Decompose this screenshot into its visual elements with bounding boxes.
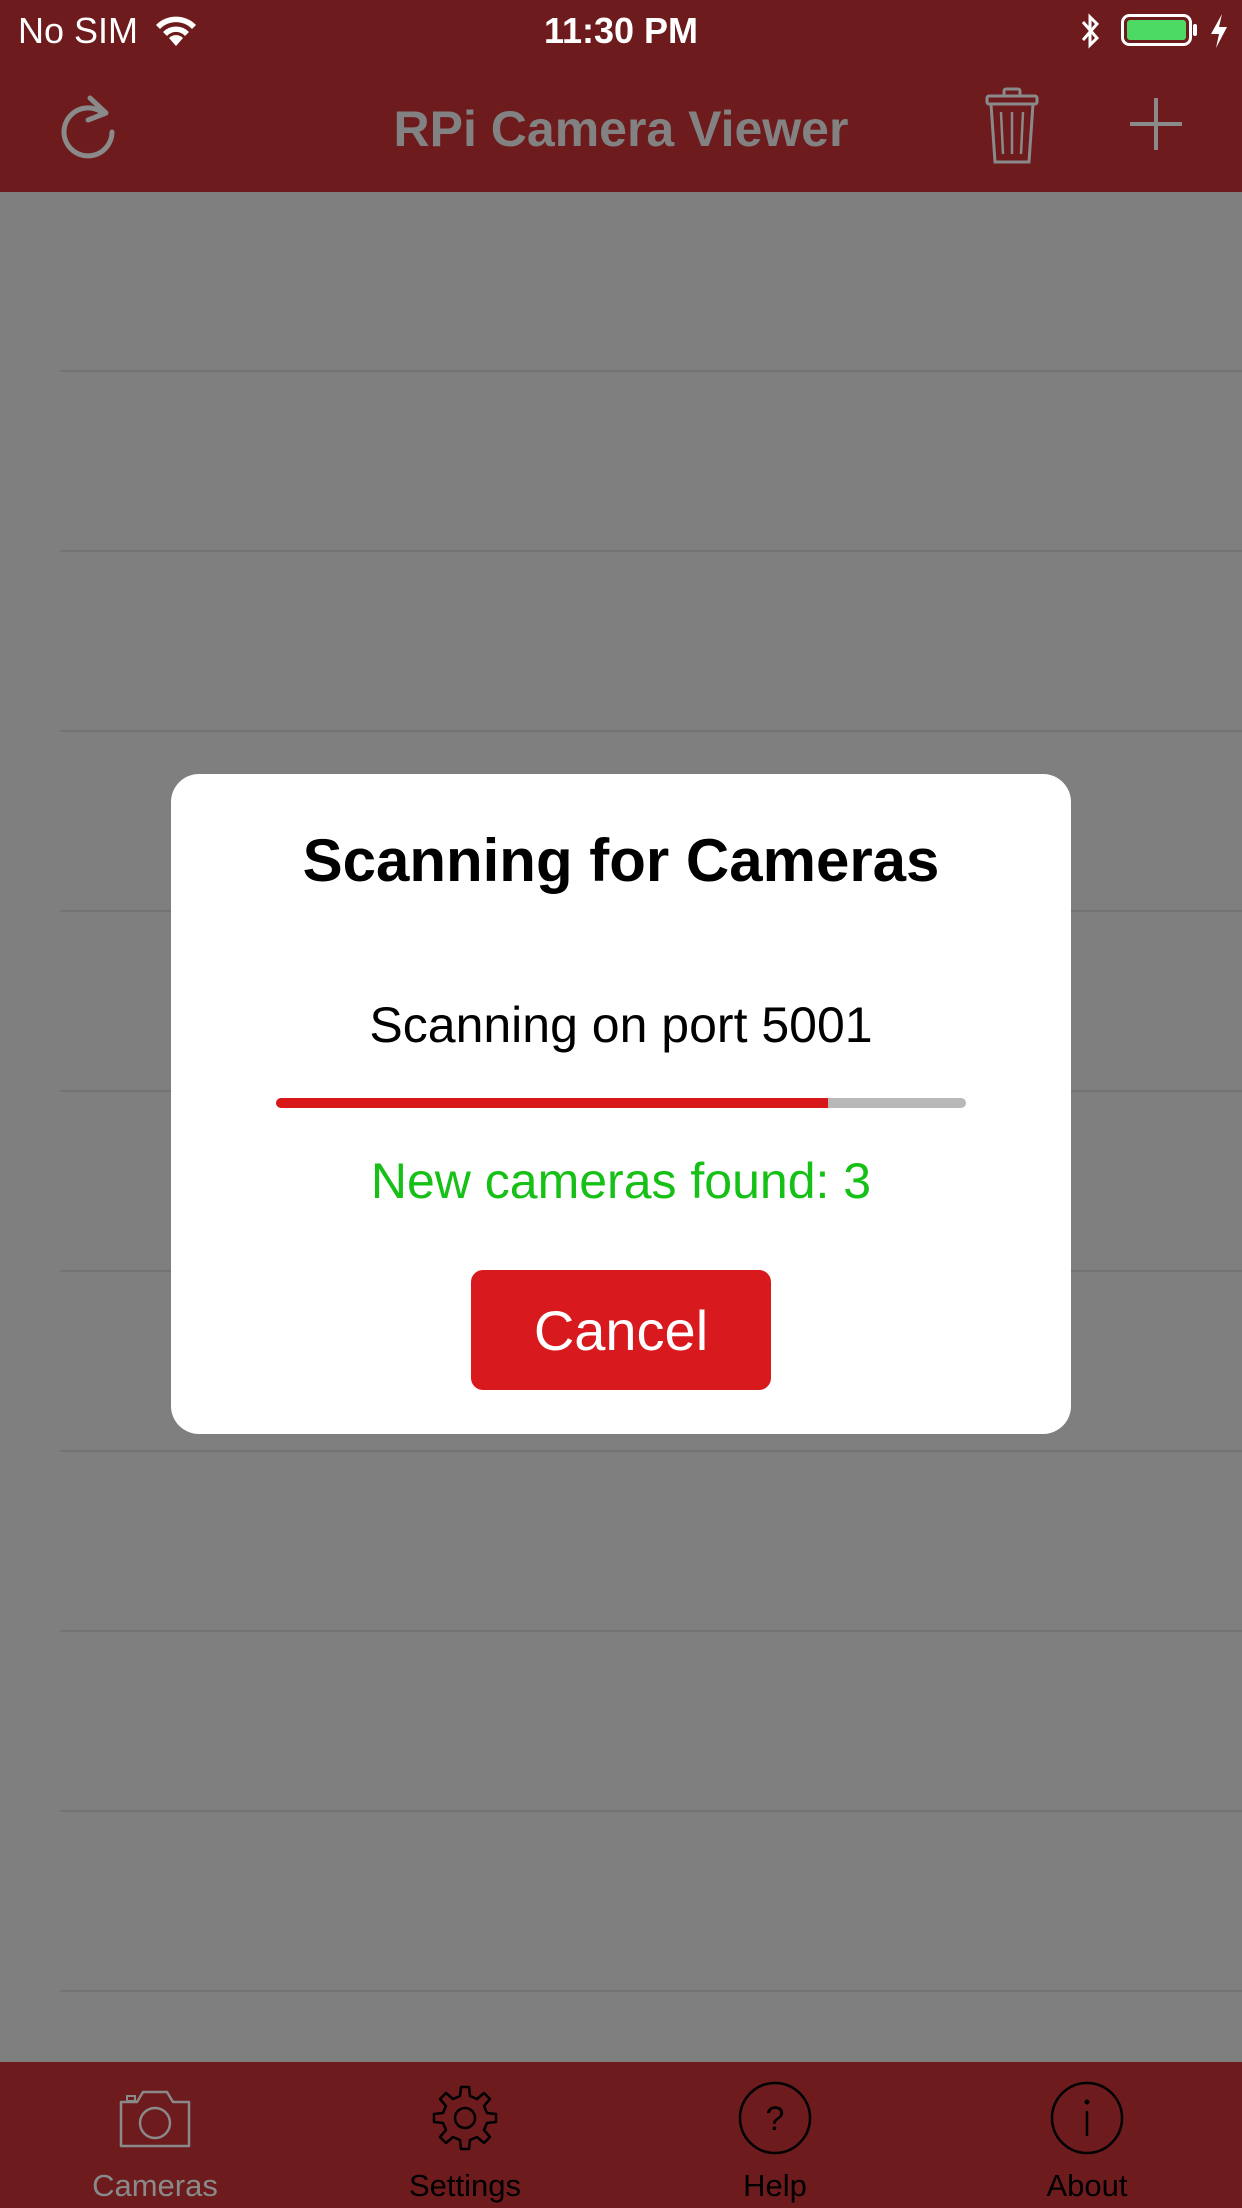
tab-bar: Cameras Settings ? Help About [0, 2062, 1242, 2208]
tab-label: Cameras [92, 2168, 218, 2203]
list-separator [60, 1810, 1242, 1812]
status-bar: No SIM 11:30 PM [0, 0, 1242, 62]
tab-label: Help [743, 2168, 807, 2203]
tab-help[interactable]: ? Help [620, 2062, 930, 2208]
help-icon: ? [738, 2081, 812, 2155]
nav-bar: RPi Camera Viewer [0, 62, 1242, 192]
scan-progress-fill [276, 1098, 828, 1108]
list-separator [60, 1630, 1242, 1632]
bluetooth-icon [1081, 13, 1100, 49]
tab-about[interactable]: About [932, 2062, 1242, 2208]
tab-label: About [1046, 2168, 1128, 2203]
status-time: 11:30 PM [543, 10, 699, 51]
tab-cameras[interactable]: Cameras [0, 2062, 310, 2208]
trash-icon[interactable] [984, 86, 1040, 166]
cameras-found-text: New cameras found: 3 [370, 1153, 872, 1209]
battery-icon [1121, 14, 1197, 46]
list-separator [60, 1450, 1242, 1452]
list-separator [60, 730, 1242, 732]
gear-icon [432, 2085, 498, 2151]
list-separator [60, 550, 1242, 552]
info-icon [1050, 2081, 1124, 2155]
add-icon[interactable] [1128, 96, 1184, 152]
list-separator [60, 1990, 1242, 1992]
nav-title: RPi Camera Viewer [393, 101, 849, 157]
tab-settings[interactable]: Settings [310, 2062, 620, 2208]
scan-dialog: Scanning for Cameras Scanning on port 50… [171, 774, 1071, 1434]
cancel-button[interactable]: Cancel [471, 1270, 771, 1390]
svg-text:?: ? [766, 2100, 785, 2138]
scan-progress-bar [276, 1098, 966, 1108]
scan-status-text: Scanning on port 5001 [369, 997, 873, 1053]
list-separator [60, 370, 1242, 372]
charging-bolt-icon [1211, 14, 1227, 48]
tab-label: Settings [408, 2168, 521, 2203]
camera-icon [119, 2090, 191, 2148]
dialog-title: Scanning for Cameras [302, 827, 940, 894]
